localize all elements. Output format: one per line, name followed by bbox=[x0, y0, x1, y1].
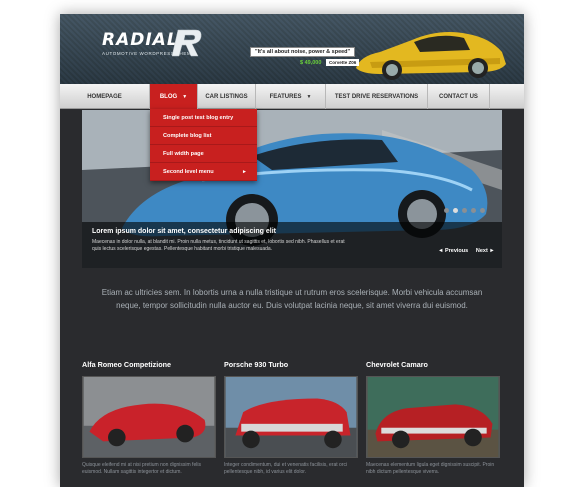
site-header: RADIAL AUTOMOTIVE WORDPRESS THEME "It's … bbox=[60, 14, 524, 84]
slider-dot-active[interactable] bbox=[453, 208, 458, 213]
car-card: Alfa Romeo Competizione Quisque eleifend… bbox=[82, 360, 216, 476]
caret-down-icon: ▼ bbox=[182, 93, 188, 100]
model-badge: Corvette Z06 bbox=[326, 59, 360, 66]
car-card-image[interactable] bbox=[82, 376, 216, 458]
slider-caption-text: Maecenas in dolor nulla, at blandit mi. … bbox=[92, 239, 345, 252]
header-car-image bbox=[356, 32, 506, 80]
menu-item-label: Complete blog list bbox=[163, 133, 212, 139]
chevron-right-icon: ► bbox=[242, 169, 247, 175]
slider-pager: ◄ Previous Next ► bbox=[438, 248, 495, 254]
nav-label: BLOG bbox=[159, 93, 178, 100]
nav-label: FEATURES bbox=[269, 93, 302, 100]
car-card-text: Maecenas elementum ligula eget dignissim… bbox=[366, 462, 495, 475]
menu-item-label: Single post test blog entry bbox=[163, 115, 234, 121]
car-card: Chevrolet Camaro Maecenas elementum ligu… bbox=[366, 360, 500, 476]
next-button[interactable]: Next ► bbox=[476, 248, 495, 254]
previous-button[interactable]: ◄ Previous bbox=[438, 248, 468, 254]
nav-label: HOMEPAGE bbox=[87, 93, 122, 100]
menu-item-second-level[interactable]: Second level menu ► bbox=[150, 163, 257, 181]
menu-item-full-width[interactable]: Full width page bbox=[150, 145, 257, 163]
nav-item-car-listings[interactable]: CAR LISTINGS bbox=[198, 84, 256, 109]
slider-caption-title: Lorem ipsum dolor sit amet, consectetur … bbox=[92, 228, 276, 235]
nav-item-features[interactable]: FEATURES ▼ bbox=[256, 84, 326, 109]
main-nav: HOMEPAGE BLOG ▼ CAR LISTINGS FEATURES ▼ TE… bbox=[60, 84, 524, 109]
car-card-text: Quisque eleifend mi at nisi pretium non … bbox=[82, 462, 201, 475]
blog-dropdown-menu: Single post test blog entry Complete blo… bbox=[150, 109, 257, 181]
car-card-text: Integer condimentum, dui et venenatis fa… bbox=[224, 462, 348, 475]
page-frame: RADIAL AUTOMOTIVE WORDPRESS THEME "It's … bbox=[60, 14, 524, 487]
menu-item-label: Full width page bbox=[163, 151, 204, 157]
menu-item-blog-list[interactable]: Complete blog list bbox=[150, 127, 257, 145]
car-card-title[interactable]: Chevrolet Camaro bbox=[366, 360, 500, 372]
slider-caption: Lorem ipsum dolor sit amet, consectetur … bbox=[82, 208, 502, 268]
logo-r-icon bbox=[171, 29, 202, 57]
nav-item-contact[interactable]: CONTACT US bbox=[428, 84, 490, 109]
nav-item-blog[interactable]: BLOG ▼ bbox=[150, 84, 198, 109]
car-card-image[interactable] bbox=[224, 376, 358, 458]
nav-label: TEST DRIVE RESERVATIONS bbox=[334, 93, 419, 100]
menu-item-label: Second level menu bbox=[163, 169, 214, 175]
car-card-title[interactable]: Porsche 930 Turbo bbox=[224, 360, 358, 372]
nav-item-homepage[interactable]: HOMEPAGE bbox=[60, 84, 150, 109]
hero-slider: Lorem ipsum dolor sit amet, consectetur … bbox=[82, 110, 502, 268]
slider-dot[interactable] bbox=[471, 208, 476, 213]
slider-dots bbox=[444, 208, 485, 213]
site-logo[interactable]: RADIAL AUTOMOTIVE WORDPRESS THEME bbox=[102, 29, 202, 57]
nav-item-test-drive[interactable]: TEST DRIVE RESERVATIONS bbox=[326, 84, 428, 109]
nav-label: CAR LISTINGS bbox=[205, 93, 248, 100]
intro-text: Etiam ac ultricies sem. In lobortis urna… bbox=[101, 288, 483, 310]
menu-item-single-post[interactable]: Single post test blog entry bbox=[150, 109, 257, 127]
slider-dot[interactable] bbox=[480, 208, 485, 213]
car-card: Porsche 930 Turbo Integer condimentum, d… bbox=[224, 360, 358, 476]
slogan-badge: "It's all about noise, power & speed" bbox=[250, 47, 356, 57]
car-card-image[interactable] bbox=[366, 376, 500, 458]
car-card-title[interactable]: Alfa Romeo Competizione bbox=[82, 360, 216, 372]
slider-dot[interactable] bbox=[462, 208, 467, 213]
price-label: $ 49,000 bbox=[300, 60, 322, 66]
nav-label: CONTACT US bbox=[439, 93, 478, 100]
slider-dot[interactable] bbox=[444, 208, 449, 213]
caret-down-icon: ▼ bbox=[306, 93, 312, 100]
